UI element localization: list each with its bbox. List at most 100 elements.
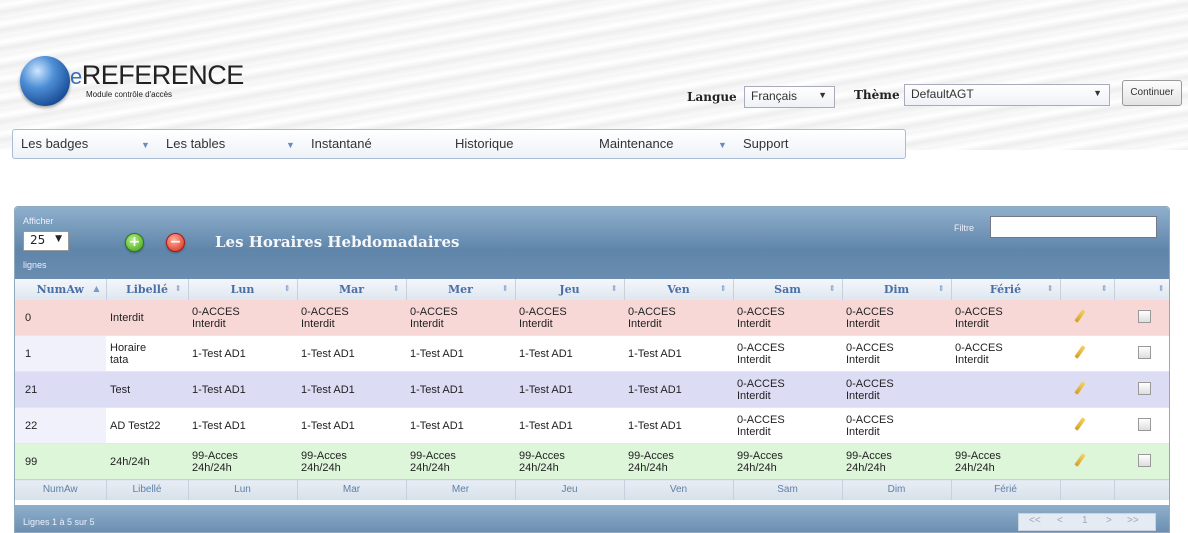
horaires-table: NumAw ▲ Libellé ⇕ Lun ⇕ Mar ⇕ Mer ⇕ Jeu ⇕ Ven ⇕… (15, 279, 1169, 500)
table-cell: Interdit (106, 299, 188, 336)
menu-item-badges-dropdown[interactable]: ▼ (141, 136, 150, 151)
row-checkbox[interactable] (1138, 381, 1151, 395)
table-cell: 99-Acces 24h/24h (951, 443, 1060, 480)
col-header-libelle[interactable]: Libellé ⇕ (106, 279, 189, 300)
sort-icon: ⇕ (174, 283, 182, 293)
table-cell: 1-Test AD1 (297, 371, 406, 408)
prev-page-button[interactable]: < (1057, 515, 1063, 526)
col-header-ven[interactable]: Ven ⇕ (624, 279, 734, 300)
pencil-edit-icon[interactable] (1074, 453, 1086, 467)
last-page-button[interactable]: >> (1127, 515, 1139, 526)
table-cell: 0-ACCES Interdit (733, 371, 842, 408)
table-cell: 0-ACCES Interdit (842, 407, 951, 444)
row-checkbox[interactable] (1138, 453, 1151, 467)
lignes-label: lignes (23, 260, 47, 270)
sort-icon: ⇕ (1157, 283, 1165, 293)
edit-cell (1060, 407, 1114, 444)
table-cell: 1-Test AD1 (406, 407, 515, 444)
col-header-ferie[interactable]: Férié ⇕ (951, 279, 1061, 300)
table-cell: 1-Test AD1 (515, 371, 624, 408)
table-cell: 1-Test AD1 (188, 371, 297, 408)
menu-item-support[interactable]: Support (743, 136, 789, 151)
col-header-mar[interactable]: Mar ⇕ (297, 279, 407, 300)
col-header-dim[interactable]: Dim ⇕ (842, 279, 952, 300)
menu-item-badges[interactable]: Les badges (21, 136, 88, 151)
next-page-button[interactable]: > (1106, 515, 1112, 526)
col-header-lun[interactable]: Lun ⇕ (188, 279, 298, 300)
row-checkbox[interactable] (1138, 417, 1151, 431)
logo-subtitle: Module contrôle d'accès (86, 90, 173, 99)
table-cell (951, 371, 1060, 408)
sort-icon: ⇕ (283, 283, 291, 293)
table-cell: 1-Test AD1 (624, 407, 733, 444)
menu-item-instantane[interactable]: Instantané (311, 136, 372, 151)
table-cell: 0-ACCES Interdit (406, 299, 515, 336)
table-cell: 0-ACCES Interdit (188, 299, 297, 336)
table-row[interactable]: 0 Interdit 0-ACCES Interdit 0-ACCES Interdi… (15, 299, 1169, 336)
pencil-edit-icon[interactable] (1074, 309, 1086, 323)
select-cell (1114, 407, 1169, 444)
table-row[interactable]: 99 24h/24h 99-Acces 24h/24h 99-Acces 24h/24… (15, 443, 1169, 480)
page-number[interactable]: 1 (1082, 515, 1088, 526)
col-header-jeu[interactable]: Jeu ⇕ (515, 279, 625, 300)
footer-cell (1060, 479, 1115, 500)
menu-item-maintenance[interactable]: Maintenance (599, 136, 673, 151)
delete-icon[interactable]: − (166, 233, 185, 252)
table-cell: 0-ACCES Interdit (733, 299, 842, 336)
edit-cell (1060, 335, 1114, 372)
table-cell: 99-Acces 24h/24h (515, 443, 624, 480)
pagination-info: Lignes 1 à 5 sur 5 (23, 517, 95, 527)
table-cell: 0-ACCES Interdit (951, 335, 1060, 372)
sort-icon: ⇕ (937, 283, 945, 293)
table-row[interactable]: 21 Test 1-Test AD1 1-Test AD1 1-Test AD1 1-Te… (15, 371, 1169, 408)
sort-icon: ⇕ (392, 283, 400, 293)
table-cell: 1-Test AD1 (406, 335, 515, 372)
footer-cell (1114, 479, 1169, 500)
table-cell: 99-Acces 24h/24h (406, 443, 515, 480)
table-cell: 1-Test AD1 (406, 371, 515, 408)
edit-cell (1060, 371, 1114, 408)
pencil-edit-icon[interactable] (1074, 417, 1086, 431)
rows-per-page-select[interactable]: 25 ▼ (23, 231, 69, 251)
langue-select-value: Français (751, 89, 798, 103)
menu-item-tables[interactable]: Les tables (166, 136, 225, 151)
col-header-select[interactable]: ⇕ (1114, 279, 1169, 300)
filtre-input[interactable] (990, 216, 1157, 238)
add-icon[interactable]: + (125, 233, 144, 252)
menu-item-maintenance-dropdown[interactable]: ▼ (718, 136, 727, 151)
table-cell: 0-ACCES Interdit (842, 371, 951, 408)
footer-cell: NumAw (15, 479, 107, 500)
continuer-button[interactable]: Continuer (1122, 80, 1182, 106)
col-header-sam[interactable]: Sam ⇕ (733, 279, 843, 300)
menu-item-historique[interactable]: Historique (455, 136, 514, 151)
theme-label: Thème (854, 88, 900, 102)
col-header-mer[interactable]: Mer ⇕ (406, 279, 516, 300)
table-cell: Test (106, 371, 188, 408)
app-logo: eREFERENCE Module contrôle d'accès (18, 52, 248, 122)
table-cell: AD Test22 (106, 407, 188, 444)
langue-select[interactable]: Français ▼ (744, 86, 835, 108)
theme-select[interactable]: DefaultAGT ▼ (904, 84, 1110, 106)
table-cell: 0-ACCES Interdit (951, 299, 1060, 336)
row-checkbox[interactable] (1138, 345, 1151, 359)
table-cell: 1-Test AD1 (515, 407, 624, 444)
table-row[interactable]: 1 Horaire tata 1-Test AD1 1-Test AD1 1-Test … (15, 335, 1169, 372)
sort-icon: ⇕ (501, 283, 509, 293)
pencil-edit-icon[interactable] (1074, 381, 1086, 395)
table-cell: 99-Acces 24h/24h (297, 443, 406, 480)
panel-header: Afficher 25 ▼ lignes + − Les Horaires He… (15, 207, 1169, 279)
menu-item-tables-dropdown[interactable]: ▼ (286, 136, 295, 151)
col-header-edit[interactable]: ⇕ (1060, 279, 1115, 300)
rows-per-page-value: 25 (30, 233, 46, 247)
table-row[interactable]: 22 AD Test22 1-Test AD1 1-Test AD1 1-Test AD… (15, 407, 1169, 444)
pencil-edit-icon[interactable] (1074, 345, 1086, 359)
col-header-numaw[interactable]: NumAw ▲ (15, 279, 107, 300)
first-page-button[interactable]: << (1029, 515, 1041, 526)
footer-cell: Ven (624, 479, 734, 500)
footer-cell: Jeu (515, 479, 625, 500)
table-cell: 0-ACCES Interdit (733, 335, 842, 372)
table-cell: 1-Test AD1 (188, 407, 297, 444)
table-cell: 1-Test AD1 (624, 371, 733, 408)
row-checkbox[interactable] (1138, 309, 1151, 323)
sort-icon: ⇕ (828, 283, 836, 293)
